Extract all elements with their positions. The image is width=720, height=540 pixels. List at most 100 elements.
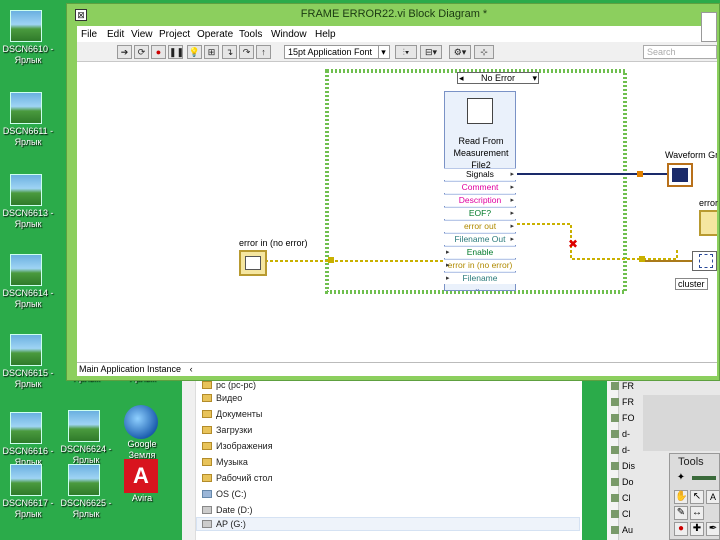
tunnel-error-out [639, 256, 645, 262]
express-vi-terminals: Signals ▸ Comment ▸ Description ▸ EOF? ▸ err… [444, 168, 516, 293]
list-item[interactable]: Dis [611, 461, 635, 471]
list-item[interactable]: d- [611, 429, 630, 439]
case-dropdown-icon[interactable]: ▾ [532, 73, 537, 83]
terminal-filename[interactable]: ▸ Filename [444, 272, 516, 284]
menu-edit[interactable]: Edit [107, 29, 124, 40]
explorer-item[interactable]: AP (G:) [202, 519, 246, 529]
folder-icon [202, 426, 212, 434]
menu-operate[interactable]: Operate [197, 29, 233, 40]
highlight-execution-icon[interactable]: 💡 [187, 45, 202, 59]
step-over-icon[interactable]: ↷ [239, 45, 254, 59]
list-item[interactable]: d- [611, 445, 630, 455]
scroll-left-icon[interactable]: ‹ [190, 364, 193, 374]
desktop-icon[interactable]: DSCN6625 - Ярлык [54, 464, 118, 528]
folder-icon [202, 458, 212, 466]
list-item[interactable]: Cl [611, 509, 631, 519]
explorer-item[interactable]: Музыка [202, 457, 248, 467]
auto-tool-icon[interactable]: ✦ [674, 472, 688, 484]
error-out-indicator-icon[interactable] [699, 210, 717, 236]
list-item[interactable]: Cl [611, 493, 631, 503]
desktop-icon[interactable]: DSCN6617 - Ярлык [0, 464, 60, 528]
wire-tool-icon[interactable]: ✎ [674, 506, 688, 520]
operate-tool-icon[interactable]: ✋ [674, 490, 688, 504]
terminal-comment[interactable]: Comment ▸ [444, 181, 516, 193]
cluster-constant-icon[interactable] [692, 251, 717, 271]
distribute-objects-icon[interactable]: ⊟▾ [420, 45, 442, 59]
retain-wire-values-icon[interactable]: ⊞ [204, 45, 219, 59]
error-out-label: error [699, 198, 719, 208]
label-tool-icon[interactable]: A [706, 490, 720, 504]
explorer-item[interactable]: Изображения [202, 441, 273, 451]
list-item[interactable]: Do [611, 477, 634, 487]
menu-view[interactable]: View [131, 29, 153, 40]
run-arrow-icon[interactable]: ➔ [117, 45, 132, 59]
font-select[interactable]: 15pt Application Font ▾ [284, 45, 390, 59]
abort-icon[interactable]: ● [151, 45, 166, 59]
menu-tools[interactable]: Tools [239, 29, 262, 40]
explorer-item[interactable]: Документы [202, 409, 262, 419]
desktop-icon-label: Google Земля [127, 439, 157, 460]
folder-icon [202, 394, 212, 402]
window-titlebar[interactable]: ⊠ FRAME ERROR22.vi Block Diagram * [67, 4, 720, 26]
status-text: Main Application Instance [79, 364, 182, 374]
position-tool-icon[interactable]: ↖ [690, 490, 704, 504]
avira-icon: A [124, 459, 158, 493]
image-thumbnail-icon [68, 464, 100, 496]
waveform-graph-terminal-icon[interactable] [667, 163, 693, 187]
menu-window[interactable]: Window [271, 29, 307, 40]
cleanup-diagram-icon[interactable]: ⊹ [474, 45, 494, 59]
terminal-error-out[interactable]: error out ▸ [444, 220, 516, 232]
terminal-arrow-icon: ▸ [510, 210, 514, 217]
list-item[interactable]: FO [611, 413, 635, 423]
align-objects-icon[interactable]: ⫶▾ [395, 45, 417, 59]
list-item[interactable]: FR [611, 397, 634, 407]
terminal-arrow-icon: ▸ [510, 223, 514, 230]
menu-project[interactable]: Project [159, 29, 190, 40]
status-bar: Main Application Instance ‹ [77, 362, 717, 376]
explorer-item[interactable]: Рабочий стол [202, 473, 273, 483]
resize-handle-icon[interactable]: ⌄ [474, 284, 481, 293]
graph-glyph-icon [672, 168, 688, 182]
reorder-icon[interactable]: ⚙▾ [449, 45, 471, 59]
terminal-error-in[interactable]: ▸ error in (no error) [444, 259, 516, 271]
desktop-icon[interactable]: A Avira [110, 459, 174, 523]
run-continuously-icon[interactable]: ⟳ [134, 45, 149, 59]
menu-file[interactable]: File [81, 29, 97, 40]
probe-tool-icon[interactable]: ✚ [690, 522, 704, 536]
list-item[interactable]: Au [611, 525, 633, 535]
list-item[interactable]: FR [611, 381, 634, 391]
vi-icon [701, 12, 717, 42]
folder-icon [202, 474, 212, 482]
desktop-icon[interactable]: DSCN6614 - Ярлык [0, 254, 60, 318]
scroll-tool-icon[interactable]: ↔ [690, 506, 704, 520]
explorer-item[interactable]: Загрузки [202, 425, 252, 435]
terminal-signals[interactable]: Signals ▸ [444, 168, 516, 180]
breakpoint-tool-icon[interactable]: ● [674, 522, 688, 536]
selected-row-highlight [196, 517, 580, 531]
menu-bar: File Edit View Project Operate Tools Win… [77, 12, 717, 42]
case-decrement-icon[interactable]: ◂ [459, 73, 464, 83]
terminal-description[interactable]: Description ▸ [444, 194, 516, 206]
explorer-item[interactable]: Date (D:) [202, 505, 253, 515]
desktop-icon[interactable]: DSCN6615 - Ярлык [0, 334, 60, 398]
error-cluster-control-icon[interactable] [239, 250, 267, 276]
terminal-filename-out[interactable]: Filename Out ▸ [444, 233, 516, 245]
explorer-scrollbar[interactable] [182, 381, 196, 540]
desktop-icon[interactable]: DSCN6613 - Ярлык [0, 174, 60, 238]
terminal-enable[interactable]: ▸ Enable [444, 246, 516, 258]
step-out-icon[interactable]: ↑ [256, 45, 271, 59]
color-tool-icon[interactable]: ✒ [706, 522, 720, 536]
menu-help[interactable]: Help [315, 29, 336, 40]
terminal-eof[interactable]: EOF? ▸ [444, 207, 516, 219]
explorer-item[interactable]: OS (C:) [202, 489, 247, 499]
step-into-icon[interactable]: ↴ [222, 45, 237, 59]
explorer-item[interactable]: Видео [202, 393, 242, 403]
diagram-canvas[interactable]: ✖ ◂ No Error ▾ Read From Measurement Fil… [77, 62, 719, 362]
case-selector[interactable]: ◂ No Error ▾ [457, 72, 539, 84]
explorer-item[interactable]: pc (pc-pc) [202, 380, 256, 390]
search-input[interactable]: Search [643, 45, 717, 59]
desktop-icon[interactable]: DSCN6610 - Ярлык [0, 10, 60, 74]
terminal-arrow-icon: ▸ [510, 184, 514, 191]
desktop-icon[interactable]: DSCN6611 - Ярлык [0, 92, 60, 156]
pause-icon[interactable]: ❚❚ [168, 45, 184, 59]
